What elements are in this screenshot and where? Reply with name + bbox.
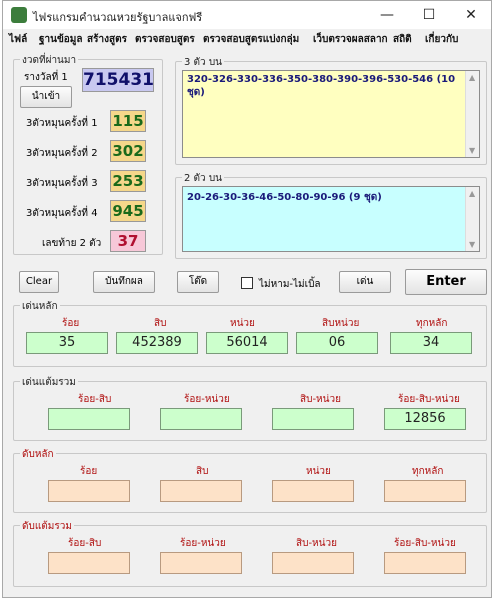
two-top-title: 2 ตัว บน (182, 171, 225, 186)
enter-button[interactable]: Enter (405, 269, 487, 295)
spin4-label: 3ตัวหมุนครั้งที่ 4 (26, 208, 98, 219)
play-button[interactable]: เด่น (339, 271, 391, 293)
minimize-button[interactable]: — (369, 1, 405, 29)
combo-play-all-field[interactable]: 12856 (384, 408, 466, 430)
combo-play-label-all: ร้อย-สิบ-หน่วย (398, 394, 460, 405)
three-top-title: 3 ตัว บน (182, 55, 225, 70)
two-top-group: 2 ตัว บน 20-26-30-36-46-50-80-90-96 (9 ช… (175, 171, 487, 259)
menu-create-formula[interactable]: สร้างสูตร (87, 32, 127, 47)
main-out-tens-field[interactable] (160, 480, 242, 502)
two-top-scrollbar[interactable]: ▲ ▼ (465, 187, 479, 251)
prize1-label: รางวัลที่ 1 (24, 72, 68, 83)
combo-out-label-hundreds-units: ร้อย-หน่วย (180, 538, 226, 549)
combo-play-tens-units-field[interactable] (272, 408, 354, 430)
main-play-tens-field[interactable]: 452389 (116, 332, 198, 354)
combo-out-label-hundreds-tens: ร้อย-สิบ (68, 538, 102, 549)
save-result-button[interactable]: บันทึกผล (93, 271, 155, 293)
menu-bar: ไฟล์ ฐานข้อมูล สร้างสูตร ตรวจสอบสูตร ตรว… (3, 29, 491, 49)
menu-file[interactable]: ไฟล์ (9, 32, 27, 47)
spin1-label: 3ตัวหมุนครั้งที่ 1 (26, 118, 98, 129)
spin4-value: 945 (110, 200, 146, 222)
main-out-label-hundreds: ร้อย (80, 466, 98, 477)
main-play-tens-units-field[interactable]: 06 (296, 332, 378, 354)
two-top-memo[interactable]: 20-26-30-36-46-50-80-90-96 (9 ชุด) ▲ ▼ (182, 186, 480, 252)
menu-statistics[interactable]: สถิติ (393, 32, 412, 47)
main-play-label-all: ทุกหลัก (416, 318, 448, 329)
last2-value: 37 (110, 230, 146, 252)
import-button[interactable]: นำเข้า (20, 86, 72, 108)
app-logo-icon (11, 7, 27, 23)
title-bar: ไฟรแกรมคำนวณหวยรัฐบาลแจกฟรี — ☐ ✕ (3, 1, 491, 29)
main-out-label-tens: สิบ (196, 466, 209, 477)
main-play-label-units: หน่วย (230, 318, 255, 329)
clear-button[interactable]: Clear (19, 271, 59, 293)
combo-play-hundreds-tens-field[interactable] (48, 408, 130, 430)
menu-about[interactable]: เกี่ยวกับ (425, 32, 458, 47)
combo-out-group: ดับแต้มรวม ร้อย-สิบ ร้อย-หน่วย สิบ-หน่วย… (13, 519, 487, 587)
three-top-content: 320-326-330-336-350-380-390-396-530-546 … (187, 74, 456, 98)
past-results-title: งวดที่ผ่านมา (20, 53, 79, 68)
spin3-value: 253 (110, 170, 146, 192)
past-results-group: งวดที่ผ่านมา รางวัลที่ 1 715431 นำเข้า 3… (13, 53, 163, 255)
combo-out-title: ดับแต้มรวม (20, 519, 74, 534)
main-play-units-field[interactable]: 56014 (206, 332, 288, 354)
main-play-label-tens: สิบ (154, 318, 167, 329)
no-double-checkbox[interactable] (241, 277, 253, 289)
combo-out-label-tens-units: สิบ-หน่วย (296, 538, 337, 549)
combo-out-tens-units-field[interactable] (272, 552, 354, 574)
no-double-label: ไม่หาม-ไม่เบิ้ล (259, 279, 321, 290)
combo-out-hundreds-tens-field[interactable] (48, 552, 130, 574)
combo-play-hundreds-units-field[interactable] (160, 408, 242, 430)
spin1-value: 115 (110, 110, 146, 132)
combo-play-group: เด่นแต้มรวม ร้อย-สิบ ร้อย-หน่วย สิบ-หน่ว… (13, 375, 487, 441)
main-play-hundreds-field[interactable]: 35 (26, 332, 108, 354)
spin2-value: 302 (110, 140, 146, 162)
spin2-label: 3ตัวหมุนครั้งที่ 2 (26, 148, 98, 159)
main-play-title: เด่นหลัก (20, 299, 60, 314)
main-out-label-units: หน่วย (306, 466, 331, 477)
combo-out-label-all: ร้อย-สิบ-หน่วย (394, 538, 456, 549)
combo-play-label-tens-units: สิบ-หน่วย (300, 394, 341, 405)
two-top-content: 20-26-30-36-46-50-80-90-96 (9 ชุด) (187, 192, 382, 203)
scroll-up-icon[interactable]: ▲ (469, 189, 475, 198)
three-top-memo[interactable]: 320-326-330-336-350-380-390-396-530-546 … (182, 70, 480, 158)
main-out-all-field[interactable] (384, 480, 466, 502)
scroll-up-icon[interactable]: ▲ (469, 73, 475, 82)
main-play-label-hundreds: ร้อย (62, 318, 80, 329)
window-title: ไฟรแกรมคำนวณหวยรัฐบาลแจกฟรี (33, 11, 203, 24)
main-out-label-all: ทุกหลัก (412, 466, 444, 477)
last2-label: เลขท้าย 2 ตัว (42, 238, 102, 249)
menu-database[interactable]: ฐานข้อมูล (39, 32, 83, 47)
maximize-button[interactable]: ☐ (411, 1, 447, 29)
combo-play-title: เด่นแต้มรวม (20, 375, 78, 390)
three-top-group: 3 ตัว บน 320-326-330-336-350-380-390-396… (175, 55, 487, 165)
main-play-all-field[interactable]: 34 (390, 332, 472, 354)
scroll-down-icon[interactable]: ▼ (469, 240, 475, 249)
main-play-label-tens-units: สิบหน่วย (322, 318, 360, 329)
combo-play-label-hundreds-tens: ร้อย-สิบ (78, 394, 112, 405)
spin3-label: 3ตัวหมุนครั้งที่ 3 (26, 178, 98, 189)
main-out-units-field[interactable] (272, 480, 354, 502)
main-play-group: เด่นหลัก ร้อย สิบ หน่วย สิบหน่วย ทุกหลัก… (13, 299, 487, 367)
app-window: ไฟรแกรมคำนวณหวยรัฐบาลแจกฟรี — ☐ ✕ ไฟล์ ฐ… (2, 0, 492, 598)
swap-button[interactable]: โต๊ด (177, 271, 219, 293)
combo-out-all-field[interactable] (384, 552, 466, 574)
menu-check-group-formula[interactable]: ตรวจสอบสูตรแบ่งกลุ่ม (203, 32, 299, 47)
main-out-hundreds-field[interactable] (48, 480, 130, 502)
scroll-down-icon[interactable]: ▼ (469, 146, 475, 155)
menu-lottery-result-web[interactable]: เว็บตรวจผลสลาก (313, 32, 388, 47)
menu-check-formula[interactable]: ตรวจสอบสูตร (135, 32, 195, 47)
three-top-scrollbar[interactable]: ▲ ▼ (465, 71, 479, 157)
prize1-value: 715431 (82, 68, 154, 92)
main-out-title: ดับหลัก (20, 447, 56, 462)
close-button[interactable]: ✕ (453, 1, 489, 29)
combo-play-label-hundreds-units: ร้อย-หน่วย (184, 394, 230, 405)
main-out-group: ดับหลัก ร้อย สิบ หน่วย ทุกหลัก (13, 447, 487, 513)
combo-out-hundreds-units-field[interactable] (160, 552, 242, 574)
